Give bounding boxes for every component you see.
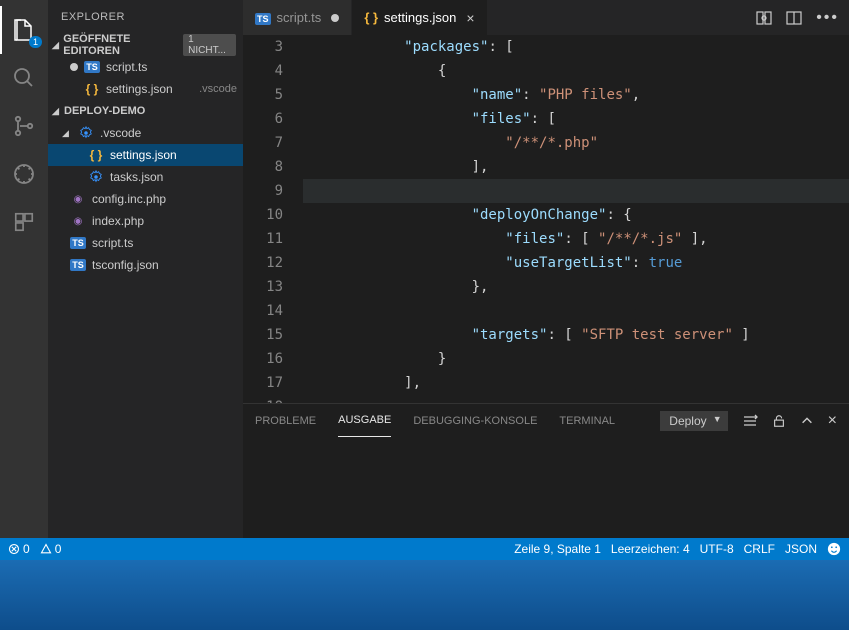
more-icon[interactable]: ••• <box>816 9 839 27</box>
status-eol[interactable]: CRLF <box>744 542 775 556</box>
status-encoding[interactable]: UTF-8 <box>700 542 734 556</box>
chevron-down-icon: ◢ <box>52 40 61 51</box>
status-indent[interactable]: Leerzeichen: 4 <box>611 542 690 556</box>
file-icon: TS <box>70 237 86 249</box>
file-icon: TS <box>84 61 100 73</box>
open-editors-header[interactable]: ◢ GEÖFFNETE EDITOREN 1 NICHT... <box>48 34 243 56</box>
file-icon: ◉ <box>70 216 86 227</box>
dirty-indicator-icon <box>70 63 78 71</box>
editor-pane: TSscript.ts{ }settings.json× ••• 3456789… <box>243 0 849 538</box>
explorer-badge: 1 <box>29 36 42 48</box>
tree-item-active[interactable]: { }settings.json <box>48 144 243 166</box>
status-bar: 0 0 Zeile 9, Spalte 1 Leerzeichen: 4 UTF… <box>0 538 849 560</box>
open-editor-item[interactable]: TSscript.ts <box>48 56 243 78</box>
panel-tab[interactable]: PROBLEME <box>255 404 316 437</box>
tab-bar: TSscript.ts{ }settings.json× ••• <box>243 0 849 35</box>
tree-item[interactable]: TSscript.ts <box>48 232 243 254</box>
project-header[interactable]: ◢ DEPLOY-DEMO <box>48 100 243 122</box>
lock-scroll-icon[interactable] <box>772 414 786 428</box>
status-errors[interactable]: 0 <box>8 542 30 556</box>
file-icon: ◉ <box>70 194 86 205</box>
tree-item[interactable]: tasks.json <box>48 166 243 188</box>
tree-folder[interactable]: ◢.vscode <box>48 122 243 144</box>
dirty-indicator-icon <box>331 14 339 22</box>
activity-debug[interactable] <box>0 150 48 198</box>
bottom-panel: PROBLEME AUSGABE DEBUGGING-KONSOLE TERMINAL… <box>243 403 849 538</box>
chevron-down-icon: ◢ <box>52 106 62 117</box>
clear-output-icon[interactable] <box>742 413 758 429</box>
split-editor-icon[interactable] <box>786 10 802 26</box>
activity-search[interactable] <box>0 54 48 102</box>
sidebar-title: EXPLORER <box>48 0 243 34</box>
close-panel-icon[interactable]: × <box>828 412 837 430</box>
file-icon: TS <box>70 259 86 271</box>
status-cursor-position[interactable]: Zeile 9, Spalte 1 <box>514 542 601 556</box>
editor-tab[interactable]: { }settings.json× <box>352 0 487 35</box>
desktop-background <box>0 560 849 630</box>
editor-tab[interactable]: TSscript.ts <box>243 0 352 35</box>
panel-tab[interactable]: AUSGABE <box>338 404 391 437</box>
tree-item[interactable]: ◉config.inc.php <box>48 188 243 210</box>
compare-icon[interactable] <box>756 10 772 26</box>
file-icon <box>88 170 104 184</box>
status-language[interactable]: JSON <box>785 542 817 556</box>
code-editor[interactable]: 345678910111213141516171819 "packages": … <box>243 35 849 403</box>
open-editor-item[interactable]: { }settings.json.vscode <box>48 78 243 100</box>
file-icon: { } <box>364 10 378 25</box>
activity-bar: 1 <box>0 0 48 538</box>
maximize-panel-icon[interactable] <box>800 414 814 428</box>
file-icon: { } <box>84 82 100 96</box>
chevron-down-icon: ◢ <box>62 128 72 139</box>
panel-tab[interactable]: DEBUGGING-KONSOLE <box>413 404 537 437</box>
close-tab-icon[interactable]: × <box>466 10 474 26</box>
tree-item[interactable]: ◉index.php <box>48 210 243 232</box>
sidebar: EXPLORER ◢ GEÖFFNETE EDITOREN 1 NICHT...… <box>48 0 243 538</box>
activity-scm[interactable] <box>0 102 48 150</box>
folder-icon <box>78 126 94 140</box>
status-feedback-icon[interactable] <box>827 542 841 556</box>
file-icon: { } <box>88 148 104 162</box>
panel-tab[interactable]: TERMINAL <box>559 404 615 437</box>
status-warnings[interactable]: 0 <box>40 542 62 556</box>
activity-extensions[interactable] <box>0 198 48 246</box>
file-icon: TS <box>255 10 271 25</box>
tree-item[interactable]: TStsconfig.json <box>48 254 243 276</box>
activity-explorer[interactable]: 1 <box>0 6 48 54</box>
output-channel-dropdown[interactable]: Deploy <box>660 411 727 431</box>
